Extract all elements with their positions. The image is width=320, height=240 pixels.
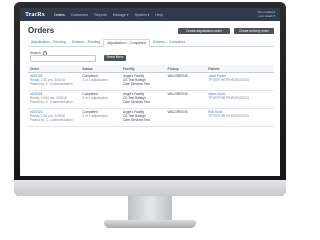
- column-header-facility[interactable]: Facility: [121, 67, 166, 71]
- monitor-stand-base: [104, 220, 196, 228]
- patient-cell: Adam Scott TPYERTHRTPHR2E0ZDCKI: [206, 92, 274, 101]
- table-header: Order Status Facility Pickup Patient: [28, 65, 274, 73]
- status-cell: Completed 3 of 1 adjudicated: [80, 74, 121, 83]
- facility-line-3: Care Services Test: [122, 117, 150, 122]
- status-cell: Completed 3 of 1 adjudicated: [80, 110, 121, 119]
- facility-cell: Angel's Facility CS Test Raleigh Care Se…: [121, 74, 166, 86]
- patient-id: TPYERTHRTPHR2E0ZDCKI: [208, 113, 250, 118]
- brand-logo[interactable]: TracRx: [20, 12, 51, 18]
- order-cell: #100324 Ready: 10:00 am, 3/25/18 Placed …: [28, 92, 80, 104]
- search-input[interactable]: [30, 55, 96, 62]
- monitor-chin: [14, 180, 286, 196]
- status-cell: Completed 3 of 1 adjudicated: [80, 92, 121, 101]
- column-header-pickup[interactable]: Pickup: [166, 67, 207, 71]
- page-title: Orders: [28, 26, 55, 35]
- create-adjudication-order-button[interactable]: Create adjudication order: [178, 28, 230, 34]
- order-placed-by: Placed by: C. CustomerAdmin: [30, 99, 73, 104]
- nav-orders[interactable]: Orders: [51, 13, 68, 17]
- tab-delivery-pending[interactable]: Delivery – Pending: [69, 39, 103, 46]
- order-tabs: Adjudication – Pending Delivery – Pendin…: [28, 39, 274, 47]
- facility-line-3: Care Services Test: [122, 81, 150, 86]
- tab-adjudication-pending[interactable]: Adjudication – Pending: [28, 39, 69, 46]
- facility-cell: Angel's Facility CS Test Raleigh Care Se…: [121, 110, 166, 122]
- tab-adjudication-completed[interactable]: Adjudication – Completed: [103, 39, 150, 47]
- facility-cell: Angel's Facility CS Test Raleigh Care Se…: [121, 92, 166, 104]
- facility-line-3: Care Services Test: [122, 99, 150, 104]
- column-header-order[interactable]: Order: [28, 67, 80, 71]
- table-row[interactable]: #100323 Ready: 2:30 pm, 3/25/18 Placed b…: [28, 109, 274, 127]
- patient-cell: Janet Frazer TPYERTHRTPHR2E0ZDCKI: [206, 74, 274, 83]
- order-placed-by: Placed by: C. CustomerAdmin: [30, 81, 73, 86]
- nav-system[interactable]: System ▾: [132, 13, 153, 17]
- table-row[interactable]: #100324 Ready: 10:00 am, 3/25/18 Placed …: [28, 91, 274, 109]
- pickup-cell: WALGREENS: [167, 74, 188, 78]
- nav-manage[interactable]: Manage ▾: [110, 13, 132, 17]
- top-navbar: TracRx Orders Customers Reports Manage ▾…: [20, 8, 280, 21]
- screen: TracRx Orders Customers Reports Manage ▾…: [20, 8, 280, 176]
- patient-id: TPYERTHRTPHR2E0ZDCKI: [208, 77, 250, 82]
- nav-help[interactable]: Help: [152, 13, 165, 17]
- monitor-frame: TracRx Orders Customers Reports Manage ▾…: [14, 2, 286, 196]
- user-menu[interactable]: Alice Caldwell user details ▾: [258, 10, 280, 18]
- column-header-status[interactable]: Status: [80, 67, 121, 71]
- reset-filters-button[interactable]: Reset filters: [104, 55, 126, 61]
- order-cell: #100325 Ready: 2:30 pm, 3/25/18 Placed b…: [28, 74, 80, 86]
- monitor-stand-neck: [128, 196, 172, 222]
- status-subtext: 3 of 1 adjudicated: [82, 95, 108, 100]
- tab-delivery-completed[interactable]: Delivery – Completed: [150, 39, 188, 46]
- user-details: user details ▾: [258, 13, 275, 18]
- status-subtext: 3 of 1 adjudicated: [82, 113, 108, 118]
- orders-table: Order Status Facility Pickup Patient #10…: [28, 65, 274, 127]
- patient-id: TPYERTHRTPHR2E0ZDCKI: [208, 95, 250, 100]
- order-cell: #100323 Ready: 2:30 pm, 3/25/18 Placed b…: [28, 110, 80, 122]
- pickup-cell: WALGREENS: [167, 92, 188, 96]
- column-header-patient[interactable]: Patient: [206, 67, 274, 71]
- patient-cell: Rob Scott TPYERTHRTPHR2E0ZDCKI: [206, 110, 274, 119]
- create-delivery-order-button[interactable]: Create delivery order: [234, 28, 274, 34]
- table-row[interactable]: #100325 Ready: 2:30 pm, 3/25/18 Placed b…: [28, 73, 274, 91]
- status-subtext: 3 of 1 adjudicated: [82, 77, 108, 82]
- nav-customers[interactable]: Customers: [68, 13, 91, 17]
- nav-reports[interactable]: Reports: [91, 13, 110, 17]
- pickup-cell: WALGREENS: [167, 110, 188, 114]
- order-placed-by: Placed by: C. CustomerAdmin: [30, 117, 73, 122]
